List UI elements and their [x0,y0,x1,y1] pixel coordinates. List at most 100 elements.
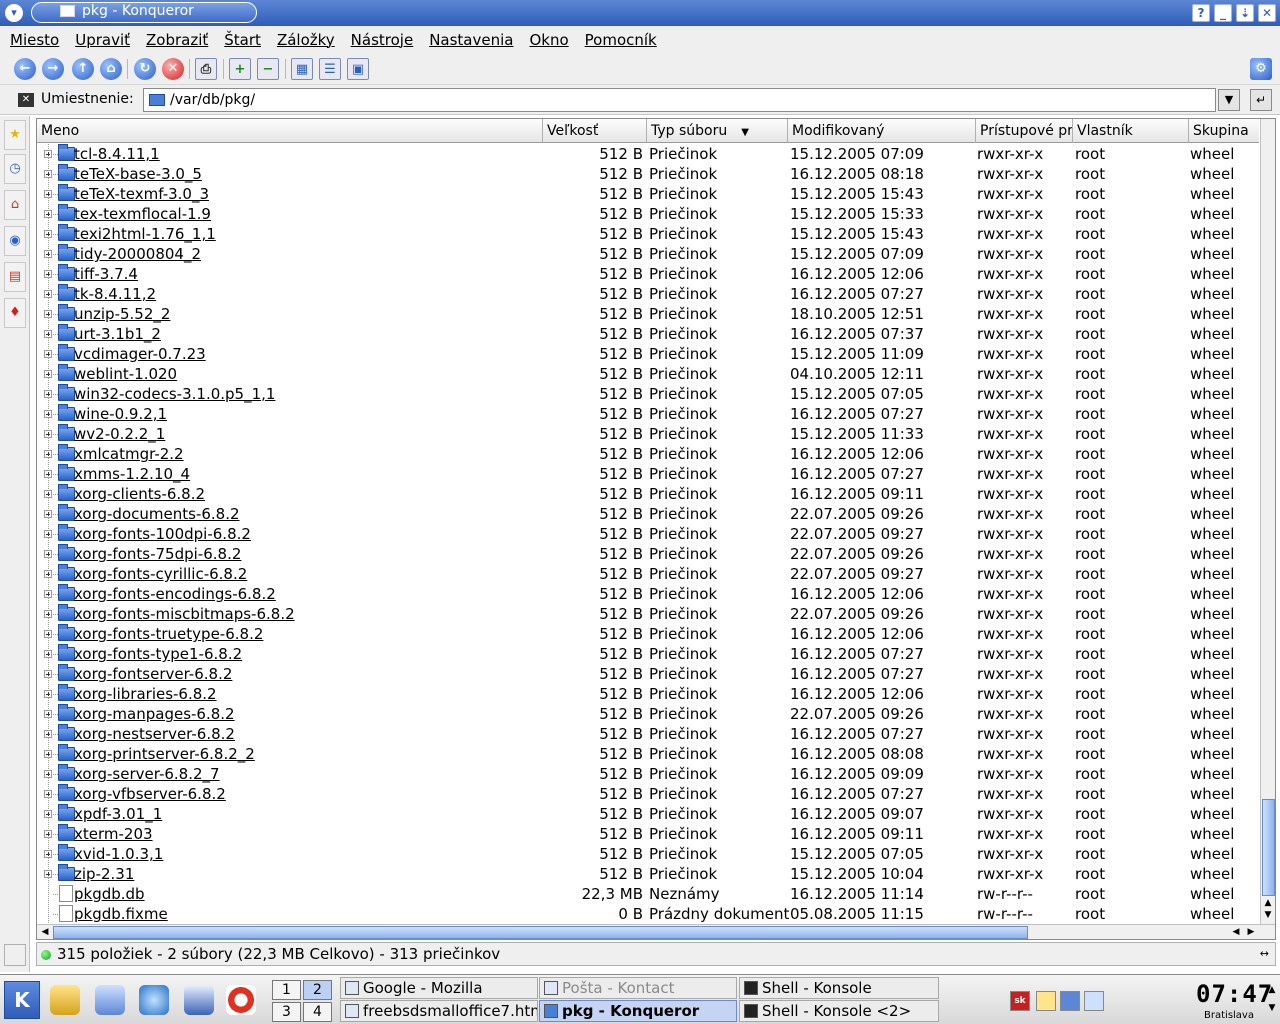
tree-expand-icon[interactable] [44,210,52,218]
vertical-scroll-thumb[interactable] [1262,799,1275,896]
file-name[interactable]: xorg-fonts-75dpi-6.8.2 [74,544,544,564]
minimize-button[interactable]: _ [1214,4,1232,22]
file-name[interactable]: teTeX-base-3.0_5 [74,164,544,184]
tree-expand-icon[interactable] [44,710,52,718]
tree-expand-icon[interactable] [44,610,52,618]
task-posta-kontact[interactable]: Pošta - Kontact [539,977,737,999]
keyboard-layout-icon[interactable]: sk [1010,991,1030,1011]
file-row[interactable]: weblint-1.020 512 B Priečinok 04.10.2005 12… [37,364,1259,384]
file-name[interactable]: xorg-fonts-miscbitmaps-6.8.2 [74,604,544,624]
file-row[interactable]: wv2-0.2.2_1 512 B Priečinok 15.12.2005 11:3… [37,424,1259,444]
file-row[interactable]: pkgdb.db 22,3 MB Neznámy 16.12.2005 11:14 rw… [37,884,1259,904]
network-globe-icon[interactable]: ◉ [4,226,26,256]
tree-expand-icon[interactable] [44,370,52,378]
column-modified[interactable]: Modifikovaný [788,119,976,143]
desktop-2[interactable]: 2 [303,980,332,1000]
file-name[interactable]: tcl-8.4.11,1 [74,144,544,164]
tree-expand-icon[interactable] [44,250,52,258]
file-row[interactable]: xorg-libraries-6.8.2 512 B Priečinok 16.12.… [37,684,1259,704]
file-name[interactable]: xterm-203 [74,824,544,844]
tree-expand-icon[interactable] [44,530,52,538]
view-linker-box[interactable] [4,944,26,966]
tree-expand-icon[interactable] [44,410,52,418]
tree-expand-icon[interactable] [44,550,52,558]
file-name[interactable]: xorg-vfbserver-6.8.2 [74,784,544,804]
file-row[interactable]: xorg-clients-6.8.2 512 B Priečinok 16.12.20… [37,484,1259,504]
column-type[interactable]: Typ súboru ▼ [647,119,788,143]
menu-zobrazit[interactable]: Zobraziť [146,31,208,49]
file-name[interactable]: tidy-20000804_2 [74,244,544,264]
reload-button[interactable]: ↻ [134,58,156,80]
file-name[interactable]: xpdf-3.01_1 [74,804,544,824]
tree-expand-icon[interactable] [44,330,52,338]
file-row[interactable]: xterm-203 512 B Priečinok 16.12.2005 09:11 r… [37,824,1259,844]
file-row[interactable]: xorg-fonts-encodings-6.8.2 512 B Priečinok… [37,584,1259,604]
file-row[interactable]: tiff-3.7.4 512 B Priečinok 16.12.2005 12:06… [37,264,1259,284]
tree-expand-icon[interactable] [44,490,52,498]
file-name[interactable]: xorg-libraries-6.8.2 [74,684,544,704]
file-name[interactable]: vcdimager-0.7.23 [74,344,544,364]
file-row[interactable]: tidy-20000804_2 512 B Priečinok 15.12.2005 … [37,244,1259,264]
notes-icon[interactable] [1084,991,1104,1011]
file-row[interactable]: tcl-8.4.11,1 512 B Priečinok 15.12.2005 07:… [37,144,1259,164]
file-name[interactable]: pkgdb.db [74,884,544,904]
task-shell-konsole-2[interactable]: Shell - Konsole <2> [739,1000,939,1022]
help-button[interactable]: ? [1192,4,1210,22]
zoom-in-button[interactable]: + [229,58,251,80]
menu-nastroje[interactable]: Nástroje [351,31,414,49]
horizontal-scrollbar[interactable]: ◀ ◀ ▶ [37,924,1275,939]
help-lifebuoy-icon[interactable] [226,985,256,1015]
file-name[interactable]: wine-0.9.2,1 [74,404,544,424]
file-name[interactable]: xmms-1.2.10_4 [74,464,544,484]
tree-expand-icon[interactable] [44,650,52,658]
file-row[interactable]: xorg-documents-6.8.2 512 B Priečinok 22.07.… [37,504,1259,524]
back-button[interactable]: ← [14,58,36,80]
desktop-1[interactable]: 1 [272,980,301,1000]
file-row[interactable]: teTeX-base-3.0_5 512 B Priečinok 16.12.2005… [37,164,1259,184]
file-row[interactable]: xorg-fonts-miscbitmaps-6.8.2 512 B Priečin… [37,604,1259,624]
vertical-scrollbar[interactable]: ▲ ▼ [1260,119,1275,924]
home-button[interactable]: ⌂ [100,58,122,80]
forward-button[interactable]: → [42,58,64,80]
up-button[interactable]: ↑ [72,58,94,80]
scroll-left-arrow-icon-2[interactable]: ◀ [1229,926,1243,938]
download-arrow-icon[interactable] [1060,991,1080,1011]
file-name[interactable]: xorg-printserver-6.8.2_2 [74,744,544,764]
location-input[interactable]: /var/db/pkg/ [143,88,1216,112]
column-group[interactable]: Skupina [1189,119,1259,143]
tree-expand-icon[interactable] [44,430,52,438]
tree-expand-icon[interactable] [44,670,52,678]
print-button[interactable]: ⎙ [195,58,217,80]
window-menu-button[interactable]: ▾ [5,4,23,22]
file-name[interactable]: xorg-fonts-cyrillic-6.8.2 [74,564,544,584]
scroll-right-arrow-icon[interactable]: ▶ [1244,926,1258,938]
task-google-mozilla[interactable]: Google - Mozilla [340,977,538,999]
file-row[interactable]: teTeX-texmf-3.0_3 512 B Priečinok 15.12.200… [37,184,1259,204]
file-name[interactable]: xorg-fonts-type1-6.8.2 [74,644,544,664]
icon-view-button[interactable]: ▦ [291,58,313,80]
file-row[interactable]: unzip-5.52_2 512 B Priečinok 18.10.2005 12:… [37,304,1259,324]
tree-expand-icon[interactable] [44,450,52,458]
menu-okno[interactable]: Okno [529,31,568,49]
tree-expand-icon[interactable] [44,590,52,598]
file-name[interactable]: xorg-fonts-encodings-6.8.2 [74,584,544,604]
column-name[interactable]: Meno [37,119,543,143]
bookmarks-star-icon[interactable]: ★ [4,120,26,150]
tree-expand-icon[interactable] [44,310,52,318]
maximize-button[interactable]: ⇣ [1236,4,1254,22]
column-owner[interactable]: Vlastník [1073,119,1189,143]
file-row[interactable]: xorg-printserver-6.8.2_2 512 B Priečinok 16… [37,744,1259,764]
menu-start[interactable]: Štart [224,31,261,49]
tree-expand-icon[interactable] [44,630,52,638]
file-row[interactable]: xvid-1.0.3,1 512 B Priečinok 15.12.2005 07:… [37,844,1259,864]
tree-view-button[interactable]: ☰ [319,58,341,80]
tree-expand-icon[interactable] [44,770,52,778]
file-name[interactable]: zip-2.31 [74,864,544,884]
tree-expand-icon[interactable] [44,230,52,238]
file-name[interactable]: teTeX-texmf-3.0_3 [74,184,544,204]
tree-expand-icon[interactable] [44,510,52,518]
clear-location-icon[interactable]: ✕ [18,93,34,107]
pin-icon[interactable]: ♦ [4,298,26,328]
zoom-out-button[interactable]: − [257,58,279,80]
scroll-down-arrow-icon[interactable]: ▼ [1261,909,1275,921]
